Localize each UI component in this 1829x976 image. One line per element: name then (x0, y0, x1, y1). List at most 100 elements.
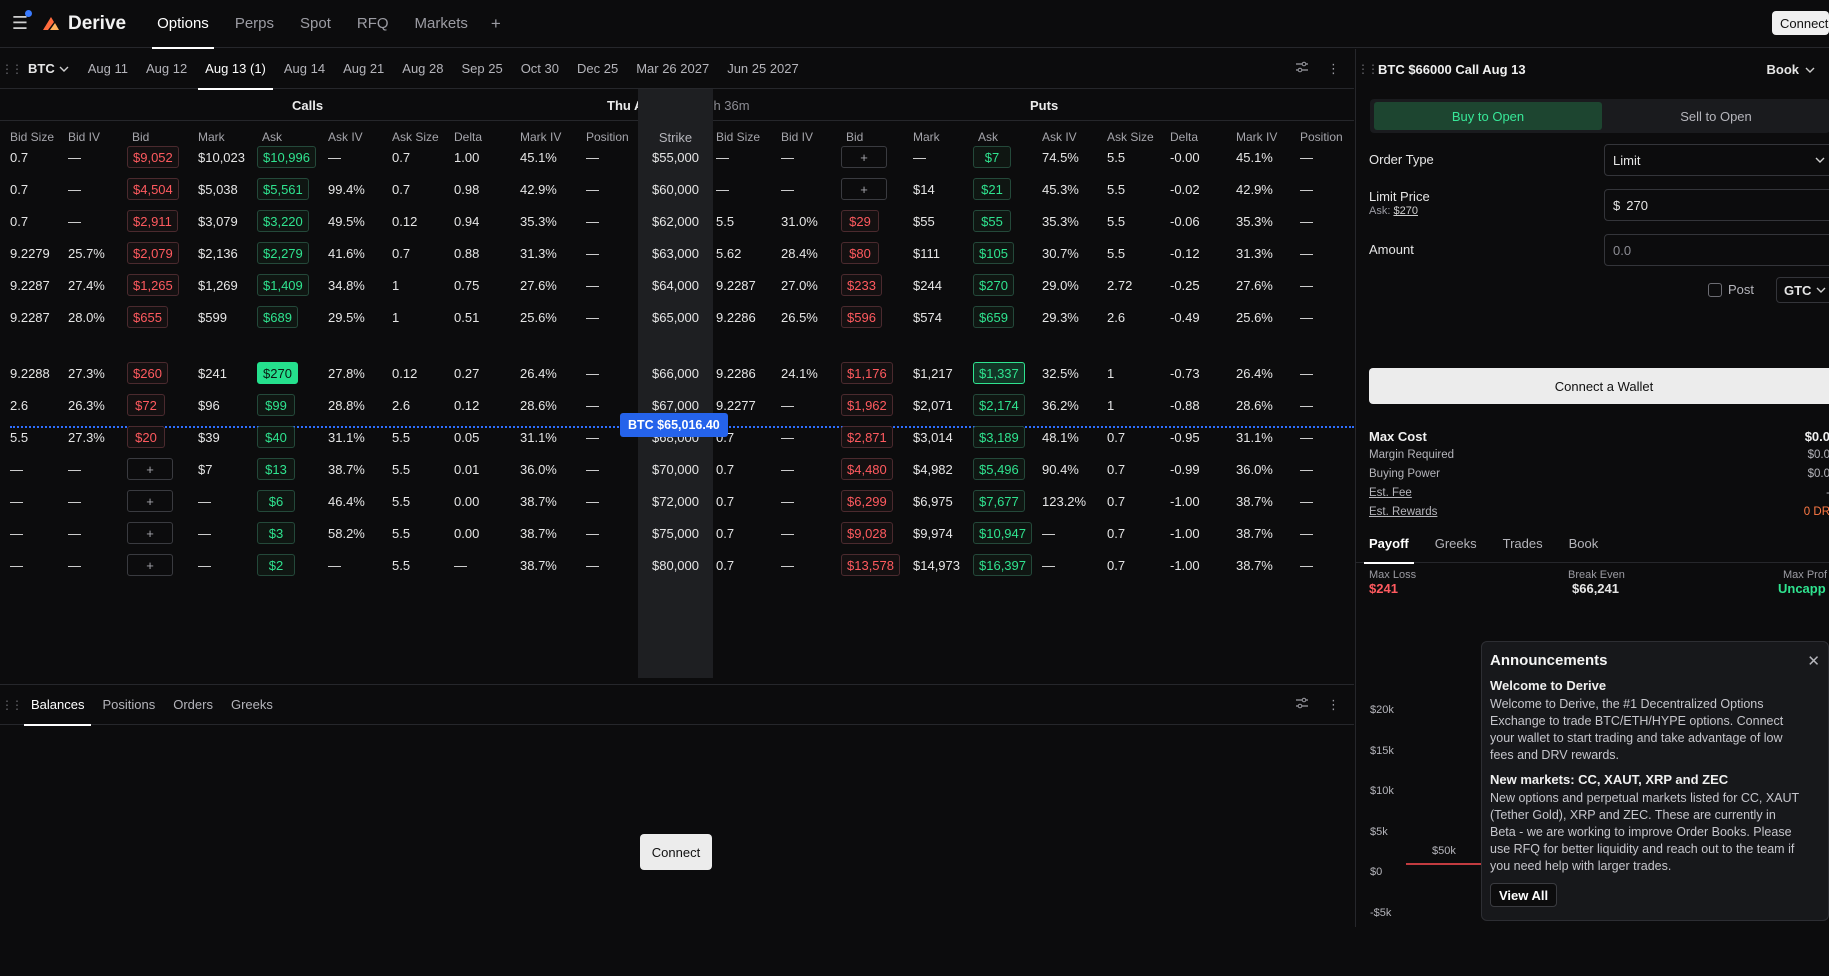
strike-price[interactable]: $80,000 (638, 549, 713, 581)
put-bid-price[interactable]: $80 (841, 242, 879, 264)
expiry-tab[interactable]: Aug 28 (393, 49, 452, 89)
call-ask-price[interactable]: $270 (257, 362, 298, 384)
connect-button[interactable]: Connect (1772, 11, 1829, 35)
nav-tab-spot[interactable]: Spot (287, 0, 344, 48)
strike-price[interactable]: $72,000 (638, 485, 713, 517)
put-ask-price[interactable]: $105 (973, 242, 1014, 264)
call-bid-price[interactable]: $2,079 (127, 242, 179, 264)
hamburger-menu-icon[interactable]: ☰ (0, 0, 40, 48)
strike-price[interactable]: $60,000 (638, 173, 713, 205)
tab-balances[interactable]: Balances (22, 685, 93, 725)
amount-input[interactable]: 0.0 (1604, 234, 1829, 266)
nav-tab-options[interactable]: Options (144, 0, 222, 48)
call-bid-price[interactable]: $9,052 (127, 146, 179, 168)
expiry-tab[interactable]: Oct 30 (512, 49, 568, 89)
more-options-icon[interactable]: ⋮ (1327, 61, 1340, 77)
add-bid-button[interactable]: + (127, 458, 173, 480)
add-bid-button[interactable]: + (841, 178, 887, 200)
expiry-tab[interactable]: Mar 26 2027 (627, 49, 718, 89)
put-ask-price[interactable]: $659 (973, 306, 1014, 328)
drag-handle-icon[interactable]: ⋮⋮ (0, 698, 22, 712)
call-bid-price[interactable]: $72 (127, 394, 165, 416)
more-options-icon[interactable]: ⋮ (1327, 697, 1340, 713)
strike-price[interactable]: $55,000 (638, 141, 713, 173)
put-bid-price[interactable]: $6,299 (841, 490, 893, 512)
put-ask-price[interactable]: $3,189 (973, 426, 1025, 448)
call-bid-price[interactable]: $20 (127, 426, 165, 448)
add-bid-button[interactable]: + (127, 554, 173, 576)
put-bid-price[interactable]: $9,028 (841, 522, 893, 544)
put-bid-price[interactable]: $13,578 (841, 554, 900, 576)
put-bid-price[interactable]: $233 (841, 274, 882, 296)
call-bid-price[interactable]: $260 (127, 362, 168, 384)
call-ask-price[interactable]: $2 (257, 554, 295, 576)
expiry-tab[interactable]: Sep 25 (452, 49, 511, 89)
strike-price[interactable]: $70,000 (638, 453, 713, 485)
put-ask-price[interactable]: $270 (973, 274, 1014, 296)
put-ask-price[interactable]: $16,397 (973, 554, 1032, 576)
expiry-tab[interactable]: Aug 21 (334, 49, 393, 89)
drag-handle-icon[interactable]: ⋮⋮ (1356, 62, 1378, 76)
expiry-tab[interactable]: Aug 13 (1) (196, 49, 275, 89)
call-ask-price[interactable]: $2,279 (257, 242, 309, 264)
put-bid-price[interactable]: $29 (841, 210, 879, 232)
order-type-select[interactable]: Limit (1604, 144, 1829, 176)
call-ask-price[interactable]: $1,409 (257, 274, 309, 296)
add-bid-button[interactable]: + (841, 146, 887, 168)
call-ask-price[interactable]: $99 (257, 394, 295, 416)
sell-to-open-button[interactable]: Sell to Open (1602, 102, 1829, 130)
call-ask-price[interactable]: $3,220 (257, 210, 309, 232)
connect-wallet-button[interactable]: Connect a Wallet (1369, 368, 1829, 404)
put-ask-price[interactable]: $21 (973, 178, 1011, 200)
expiry-tab[interactable]: Aug 14 (275, 49, 334, 89)
time-in-force-select[interactable]: GTC (1776, 277, 1829, 303)
put-ask-price[interactable]: $10,947 (973, 522, 1032, 544)
add-tab-button[interactable]: + (481, 14, 511, 34)
tab-book[interactable]: Book (1556, 523, 1612, 563)
expiry-tab[interactable]: Dec 25 (568, 49, 627, 89)
put-bid-price[interactable]: $1,962 (841, 394, 893, 416)
call-bid-price[interactable]: $655 (127, 306, 168, 328)
tab-orders[interactable]: Orders (164, 685, 222, 725)
call-ask-price[interactable]: $5,561 (257, 178, 309, 200)
strike-price[interactable]: $63,000 (638, 237, 713, 269)
tab-greeks[interactable]: Greeks (222, 685, 282, 725)
call-bid-price[interactable]: $4,504 (127, 178, 179, 200)
expiry-tab[interactable]: Aug 11 (79, 49, 137, 89)
put-bid-price[interactable]: $596 (841, 306, 882, 328)
view-selector[interactable]: Book (1767, 62, 1829, 77)
settings-sliders-icon[interactable] (1295, 697, 1309, 709)
call-ask-price[interactable]: $689 (257, 306, 298, 328)
connect-account-button[interactable]: Connect (640, 834, 712, 870)
call-bid-price[interactable]: $1,265 (127, 274, 179, 296)
add-bid-button[interactable]: + (127, 490, 173, 512)
asset-selector[interactable]: BTC (22, 61, 79, 76)
tab-trades[interactable]: Trades (1490, 523, 1556, 563)
strike-price[interactable]: $65,000 (638, 301, 713, 333)
nav-tab-perps[interactable]: Perps (222, 0, 287, 48)
view-all-button[interactable]: View All (1490, 883, 1557, 907)
settings-sliders-icon[interactable] (1295, 61, 1309, 73)
put-ask-price[interactable]: $2,174 (973, 394, 1025, 416)
put-bid-price[interactable]: $4,480 (841, 458, 893, 480)
strike-price[interactable]: $64,000 (638, 269, 713, 301)
put-ask-price[interactable]: $7 (973, 146, 1011, 168)
put-ask-price[interactable]: $5,496 (973, 458, 1025, 480)
strike-price[interactable]: $66,000 (638, 357, 713, 389)
buy-to-open-button[interactable]: Buy to Open (1374, 102, 1602, 130)
nav-tab-rfq[interactable]: RFQ (344, 0, 402, 48)
put-ask-price[interactable]: $55 (973, 210, 1011, 232)
drag-handle-icon[interactable]: ⋮⋮ (0, 62, 22, 76)
tab-payoff[interactable]: Payoff (1356, 523, 1422, 563)
expiry-tab[interactable]: Aug 12 (137, 49, 196, 89)
post-only-checkbox[interactable] (1708, 283, 1722, 297)
call-ask-price[interactable]: $3 (257, 522, 295, 544)
tab-greeks[interactable]: Greeks (1422, 523, 1490, 563)
ask-hint-value[interactable]: $270 (1393, 205, 1417, 217)
call-ask-price[interactable]: $13 (257, 458, 295, 480)
limit-price-input[interactable]: $ 270 (1604, 189, 1829, 221)
put-ask-price[interactable]: $7,677 (973, 490, 1025, 512)
call-bid-price[interactable]: $2,911 (127, 210, 178, 232)
call-ask-price[interactable]: $10,996 (257, 146, 316, 168)
call-ask-price[interactable]: $40 (257, 426, 295, 448)
